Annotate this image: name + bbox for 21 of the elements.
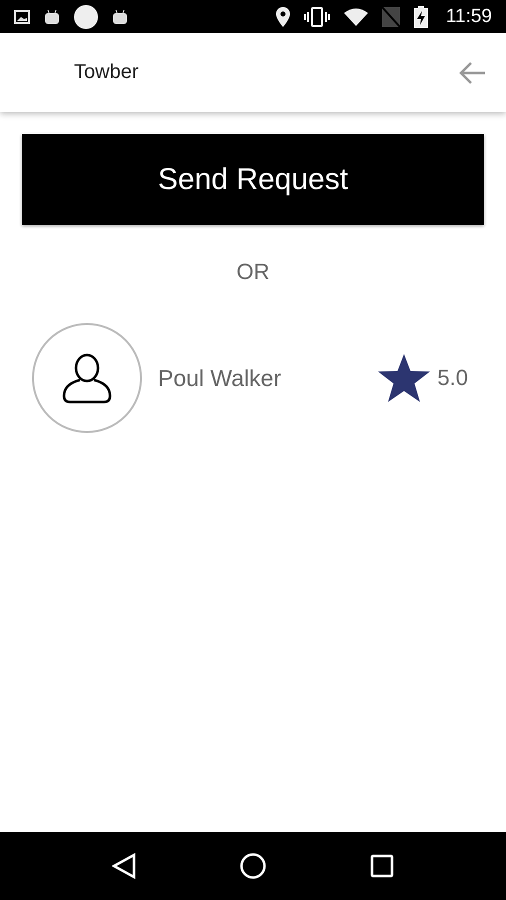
wifi-icon [344,8,368,26]
driver-name: Poul Walker [158,364,282,392]
home-icon[interactable] [240,853,266,879]
image-icon [14,10,30,24]
or-divider-text: OR [236,259,270,285]
circle-icon [74,4,98,28]
android-icon [112,8,128,24]
location-icon [276,6,290,26]
battery-charging-icon [414,6,428,28]
no-signal-icon [382,6,400,26]
back-icon[interactable] [112,853,136,879]
recents-icon[interactable] [370,854,394,878]
rating-value: 5.0 [437,365,468,391]
vibrate-icon [304,6,330,26]
back-arrow-icon[interactable] [458,60,486,84]
send-request-button[interactable]: Send Request [22,134,484,225]
app-title: Towber [74,61,138,84]
star-icon [377,353,432,403]
android-icon [44,8,60,24]
person-icon [61,352,113,404]
status-time: 11:59 [446,6,492,28]
